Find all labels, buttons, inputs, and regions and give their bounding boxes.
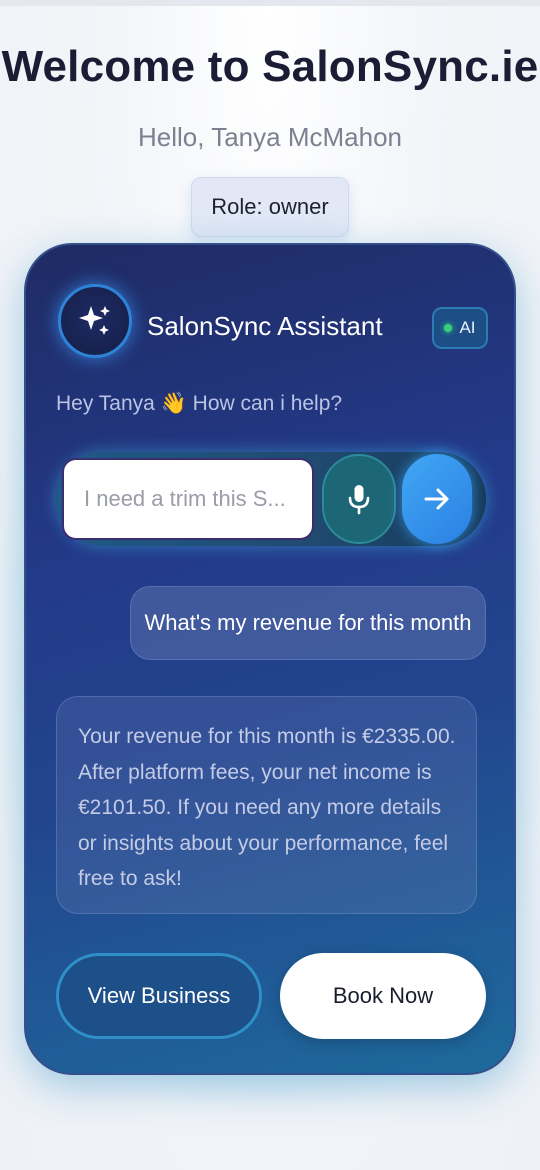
online-status-dot bbox=[444, 324, 453, 332]
assistant-avatar bbox=[58, 284, 132, 358]
microphone-icon bbox=[348, 485, 370, 515]
ai-badge: AI bbox=[432, 307, 488, 349]
assistant-card: SalonSync Assistant AI Hey Tanya 👋 How c… bbox=[24, 243, 516, 1075]
sparkles-icon bbox=[79, 306, 110, 335]
page: Welcome to SalonSync.ie Hello, Tanya McM… bbox=[0, 0, 540, 1170]
role-badge: Role: owner bbox=[191, 177, 349, 237]
book-now-button[interactable]: Book Now bbox=[280, 953, 486, 1039]
ai-badge-label: AI bbox=[459, 318, 476, 337]
message-input[interactable] bbox=[62, 458, 314, 540]
assistant-message-bubble: Your revenue for this month is €2335.00.… bbox=[56, 696, 477, 914]
view-business-button[interactable]: View Business bbox=[56, 953, 262, 1039]
status-bar-strip bbox=[0, 0, 540, 6]
page-title: Welcome to SalonSync.ie bbox=[1, 42, 539, 91]
assistant-name: SalonSync Assistant bbox=[147, 311, 383, 341]
mic-button[interactable] bbox=[322, 454, 396, 544]
user-message-bubble: What's my revenue for this month bbox=[130, 586, 486, 660]
message-composer bbox=[56, 452, 486, 546]
user-greeting: Hello, Tanya McMahon bbox=[138, 122, 402, 152]
assistant-prompt: Hey Tanya 👋 How can i help? bbox=[56, 392, 343, 415]
send-button[interactable] bbox=[402, 454, 472, 544]
arrow-right-icon bbox=[424, 488, 449, 510]
